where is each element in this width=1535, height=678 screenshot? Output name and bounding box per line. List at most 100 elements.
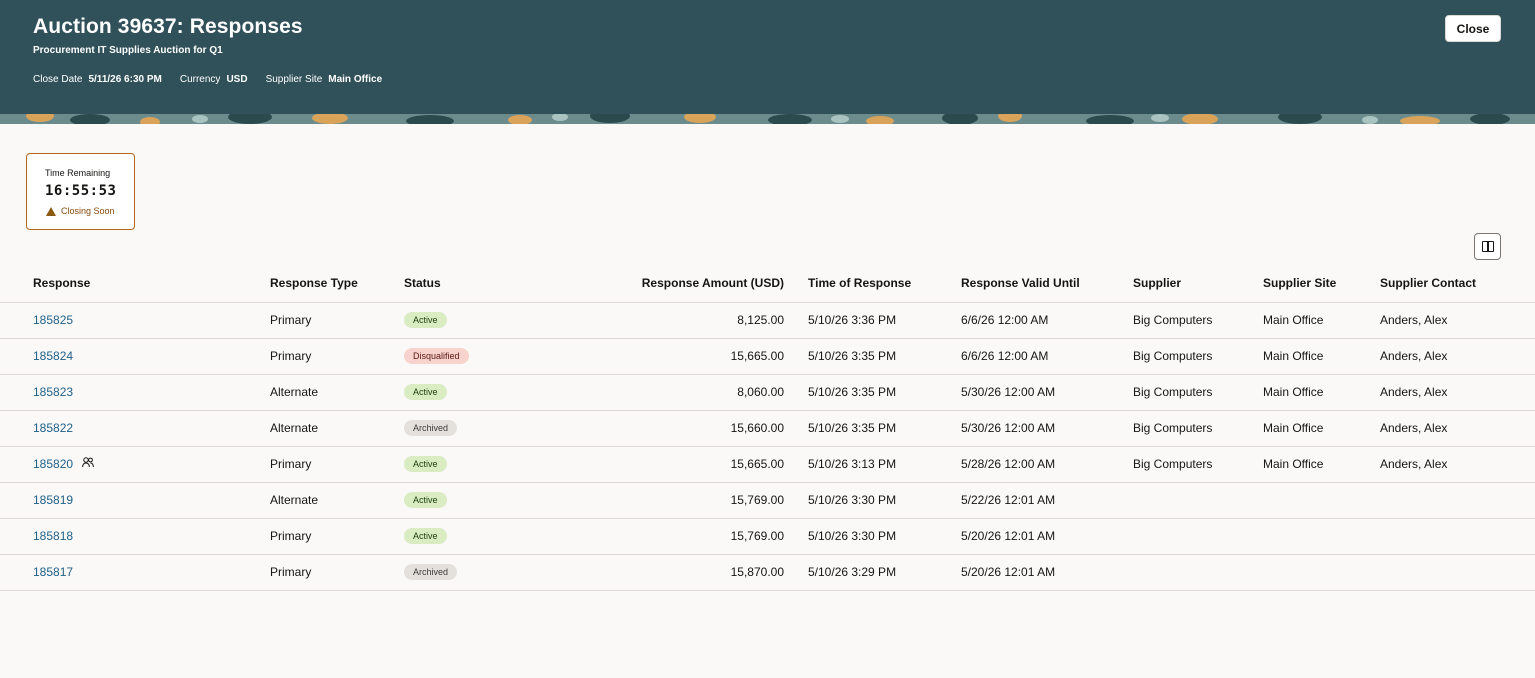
time-remaining-label: Time Remaining [45,168,111,178]
cell-response-valid-until: 5/28/26 12:00 AM [961,446,1133,483]
column-layout-button[interactable] [1474,233,1501,260]
response-link[interactable]: 185820 [33,457,73,471]
cell-time-of-response: 5/10/26 3:36 PM [808,302,961,339]
page-title: Auction 39637: Responses [33,15,303,38]
currency: Currency USD [180,74,248,85]
cell-response-amount: 15,870.00 [522,554,808,591]
decorative-banner [0,114,1535,124]
cell-status: Active [404,446,522,483]
cell-response: 185822 [0,410,270,447]
cell-response-type: Alternate [270,482,404,519]
table-row[interactable]: 185824 Primary Disqualified 15,665.00 5/10/2… [0,338,1535,375]
currency-value: USD [226,74,248,85]
response-link[interactable]: 185822 [33,421,73,435]
cell-time-of-response: 5/10/26 3:35 PM [808,338,961,375]
cell-response: 185824 [0,338,270,375]
col-supplier-site[interactable]: Supplier Site [1263,265,1380,303]
col-response-valid-until[interactable]: Response Valid Until [961,265,1133,303]
cell-supplier: Big Computers [1133,374,1263,411]
cell-response-type: Primary [270,446,404,483]
cell-response-valid-until: 5/22/26 12:01 AM [961,482,1133,519]
response-link[interactable]: 185825 [33,313,73,327]
response-link[interactable]: 185823 [33,385,73,399]
banner-pattern [0,114,1535,124]
close-date-label: Close Date [33,74,83,85]
status-badge: Active [404,492,447,508]
cell-response-valid-until: 6/6/26 12:00 AM [961,302,1133,339]
cell-response-amount: 8,060.00 [522,374,808,411]
cell-response: 185817 [0,554,270,591]
table-header-row: Response Response Type Status Response A… [0,265,1535,303]
table-row[interactable]: 185818 Primary Active 15,769.00 5/10/26 3:30… [0,518,1535,555]
cell-status: Active [404,374,522,411]
cell-response-valid-until: 5/20/26 12:01 AM [961,554,1133,591]
supplier-site-value: Main Office [328,74,383,85]
close-button[interactable]: Close [1445,15,1501,42]
cell-supplier-contact: Anders, Alex [1380,446,1535,483]
cell-response-amount: 15,660.00 [522,410,808,447]
cell-supplier [1133,518,1263,555]
col-response[interactable]: Response [0,265,270,303]
cell-supplier-site: Main Office [1263,374,1380,411]
col-time-of-response[interactable]: Time of Response [808,265,961,303]
col-response-type[interactable]: Response Type [270,265,404,303]
table-row[interactable]: 185822 Alternate Archived 15,660.00 5/10/26 … [0,410,1535,447]
table-row[interactable]: 185817 Primary Archived 15,870.00 5/10/26 3:… [0,554,1535,591]
col-status[interactable]: Status [404,265,522,303]
cell-response-valid-until: 5/30/26 12:00 AM [961,374,1133,411]
col-supplier-contact[interactable]: Supplier Contact [1380,265,1535,303]
cell-time-of-response: 5/10/26 3:35 PM [808,374,961,411]
cell-time-of-response: 5/10/26 3:35 PM [808,410,961,447]
status-badge: Active [404,528,447,544]
cell-time-of-response: 5/10/26 3:30 PM [808,482,961,519]
page-subtitle: Procurement IT Supplies Auction for Q1 [33,45,223,56]
response-link[interactable]: 185817 [33,565,73,579]
status-badge: Active [404,384,447,400]
cell-time-of-response: 5/10/26 3:29 PM [808,554,961,591]
close-date: Close Date 5/11/26 6:30 PM [33,74,162,85]
cell-response-type: Primary [270,302,404,339]
cell-supplier-site [1263,554,1380,591]
cell-response-amount: 8,125.00 [522,302,808,339]
cell-response-type: Primary [270,518,404,555]
closing-soon-label: Closing Soon [61,206,115,216]
table-row[interactable]: 185825 Primary Active 8,125.00 5/10/26 3:36 … [0,302,1535,339]
response-link[interactable]: 185819 [33,493,73,507]
cell-supplier-site: Main Office [1263,410,1380,447]
response-link[interactable]: 185824 [33,349,73,363]
cell-response: 185820 [0,446,270,483]
currency-label: Currency [179,74,221,85]
col-supplier[interactable]: Supplier [1133,265,1263,303]
response-link[interactable]: 185818 [33,529,73,543]
cell-response-valid-until: 5/20/26 12:01 AM [961,518,1133,555]
status-badge: Active [404,456,447,472]
cell-response-amount: 15,665.00 [522,338,808,375]
closing-soon-status: Closing Soon [46,206,115,216]
cell-supplier-contact: Anders, Alex [1380,338,1535,375]
cell-status: Archived [404,410,522,447]
table-row[interactable]: 185823 Alternate Active 8,060.00 5/10/26 3:3… [0,374,1535,411]
cell-status: Active [404,302,522,339]
cell-status: Active [404,518,522,555]
status-badge: Archived [404,564,458,580]
cell-supplier-site: Main Office [1263,338,1380,375]
status-badge: Disqualified [404,348,469,364]
cell-response-amount: 15,769.00 [522,518,808,555]
cell-supplier: Big Computers [1133,302,1263,339]
table-row[interactable]: 185819 Alternate Active 15,769.00 5/10/26 3:… [0,482,1535,519]
cell-response-type: Primary [270,554,404,591]
auction-meta: Close Date 5/11/26 6:30 PM Currency USD … [33,74,382,85]
close-date-value: 5/11/26 6:30 PM [88,74,162,85]
table-row[interactable]: 185820 Primary Active 15,665.00 5/10/26 3:13… [0,446,1535,483]
col-response-amount[interactable]: Response Amount (USD) [522,265,808,303]
cell-supplier: Big Computers [1133,410,1263,447]
cell-response: 185819 [0,482,270,519]
cell-status: Disqualified [404,338,522,375]
cell-response: 185823 [0,374,270,411]
cell-supplier-contact: Anders, Alex [1380,302,1535,339]
cell-status: Archived [404,554,522,591]
cell-response-valid-until: 5/30/26 12:00 AM [961,410,1133,447]
cell-response: 185825 [0,302,270,339]
columns-icon [1482,241,1494,252]
cell-supplier-contact [1380,518,1535,555]
